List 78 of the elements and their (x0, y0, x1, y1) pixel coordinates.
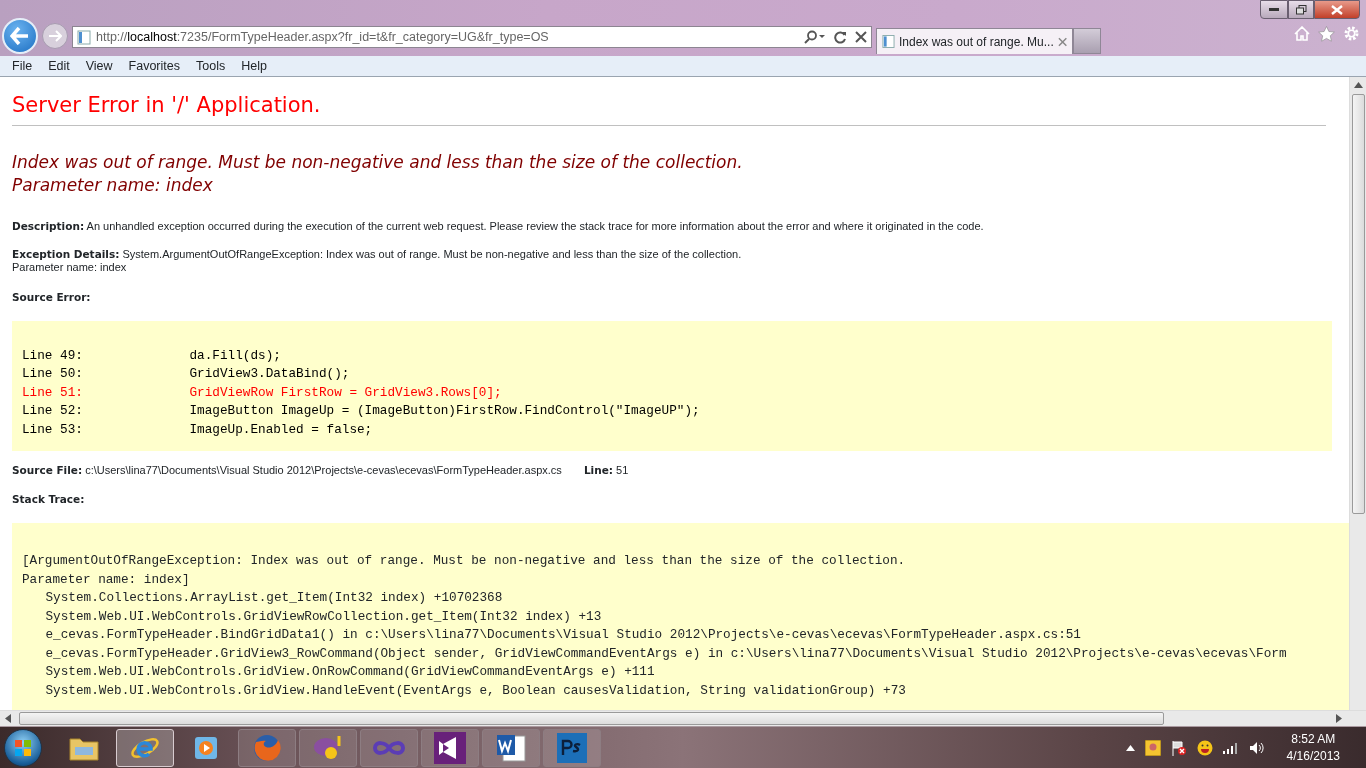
tab-title: Index was out of range. Mu... (898, 33, 1054, 51)
forward-arrow-icon (48, 30, 62, 42)
image-editor-icon (557, 732, 587, 763)
code-line: Line 50: GridView3.DataBind(); (22, 365, 351, 384)
minimize-button[interactable] (1260, 0, 1288, 19)
menu-item[interactable]: Help (233, 56, 275, 76)
close-button[interactable] (1314, 0, 1360, 19)
exception-parameter: Parameter name: index (12, 261, 128, 275)
scroll-up-icon[interactable] (1353, 82, 1363, 88)
close-icon[interactable] (1057, 36, 1067, 47)
taskbar-button[interactable] (482, 728, 540, 767)
scrollbar-thumb[interactable] (19, 712, 1164, 725)
back-arrow-icon (10, 27, 30, 45)
taskbar-button[interactable] (543, 728, 601, 767)
url-text: http://localhost:7235/FormTypeHeader.aspx?fr_id=t&fr_category=UG&fr_type=OS (96, 28, 550, 46)
page-title: Server Error in '/' Application. (12, 93, 322, 119)
stack-trace-line: e_cevas.FormTypeHeader.BindGridData1() in c:\Users\lina77\Documents\Visual Studio 2012\Projects\e-cevas\ecevas\FormTypeHeader.aspx.cs:51 (44, 626, 1081, 645)
description-text: Description: An unhandled exception occurred during the execution of the current web request. Please review the stack trace for more information about the error and where it originated in the code. (12, 220, 985, 234)
clock-time[interactable]: 8:52 AM (1286, 730, 1340, 748)
menu-item[interactable]: View (77, 56, 121, 76)
page-icon (77, 29, 91, 45)
address-field[interactable]: http://localhost:7235/FormTypeHeader.aspx?fr_id=t&fr_category=UG&fr_type=OS (72, 26, 872, 48)
windows-logo-icon (14, 738, 32, 757)
minimize-icon (1269, 7, 1279, 12)
stack-trace-line: System.Collections.ArrayList.get_Item(Int32 index) +10702368 (44, 589, 503, 608)
search-icon[interactable] (804, 30, 826, 44)
stack-trace-line: System.Web.UI.WebControls.GridViewRowCollection.get_Item(Int32 index) +13 (44, 607, 602, 626)
stack-trace-line: Parameter name: index] (22, 570, 190, 589)
stack-trace-line: System.Web.UI.WebControls.GridView.HandleEvent(EventArgs e, Boolean causesValidation, String validationGroup) +73 (44, 681, 906, 700)
exception-details: Exception Details: System.ArgumentOutOfRangeException: Index was out of range. Must be non-negative and less than the size of the collection. (12, 248, 743, 262)
scroll-left-icon[interactable] (5, 714, 11, 723)
stack-trace-line: [ArgumentOutOfRangeException: Index was out of range. Must be non-negative and less than the size of the collection. (22, 552, 906, 571)
source-file-path: Source File: c:\Users\lina77\Documents\Visual Studio 2012\Projects\e-cevas\ecevas\FormTypeHeader.aspx.cs (12, 464, 562, 478)
infinity-icon (372, 738, 406, 757)
globe-icon (252, 732, 282, 763)
flag-icon[interactable] (1170, 739, 1187, 756)
taskbar-button[interactable] (421, 728, 479, 767)
clock-date[interactable]: 4/16/2013 (1286, 747, 1340, 765)
code-line: Line 52: ImageButton ImageUp = (ImageButton)FirstRow.FindControl("ImageUP"); (22, 402, 701, 421)
source-line-number: Line: 51 (583, 464, 629, 478)
page-icon (882, 34, 895, 49)
document-icon (495, 732, 527, 763)
code-line: Line 51: GridViewRow FirstRow = GridView3.Rows[0]; (22, 383, 503, 402)
taskbar-button[interactable] (116, 728, 174, 767)
error-message: Parameter name: index (12, 174, 214, 198)
speaker-icon[interactable] (1248, 740, 1265, 755)
refresh-icon[interactable] (834, 30, 847, 44)
code-line: Line 49: da.Fill(ds); (22, 346, 282, 365)
menu-item[interactable]: Favorites (120, 56, 188, 76)
tray-app-icon[interactable] (1144, 739, 1161, 756)
close-icon (1331, 4, 1343, 15)
scrollbar-thumb[interactable] (1351, 94, 1365, 514)
horizontal-scrollbar[interactable] (0, 710, 1366, 726)
restore-icon (1295, 4, 1307, 15)
code-line: Line 53: ImageUp.Enabled = false; (22, 420, 374, 439)
scroll-right-icon[interactable] (1336, 714, 1342, 723)
section-heading: Stack Trace: (12, 492, 86, 508)
back-button[interactable] (2, 18, 38, 54)
section-heading: Source Error: (12, 290, 92, 306)
stop-icon[interactable] (855, 31, 867, 43)
play-icon (193, 734, 219, 761)
start-button[interactable] (4, 728, 42, 767)
menu-item[interactable]: File (4, 56, 41, 76)
signal-icon[interactable] (1222, 741, 1239, 754)
browser-tab[interactable]: Index was out of range. Mu... (876, 28, 1073, 54)
show-hidden-icons-icon[interactable] (1125, 744, 1135, 751)
restore-button[interactable] (1288, 0, 1314, 19)
error-message: Index was out of range. Must be non-negative and less than the size of the collection. (12, 151, 744, 175)
chat-icon (312, 733, 344, 762)
smiley-icon[interactable] (1196, 739, 1213, 756)
menu-item[interactable]: Edit (40, 56, 78, 76)
stack-trace-line: e_cevas.FormTypeHeader.GridView3_RowCommand(Object sender, GridViewCommandEventArgs e) in c:\Users\lina77\Documents\Visual Studio 2012\Projects\e-cevas\ecevas\Form (44, 644, 1287, 663)
forward-button[interactable] (42, 23, 68, 49)
menu-item[interactable]: Tools (188, 56, 234, 76)
ribbon-icon (434, 731, 466, 764)
star-icon[interactable] (1318, 25, 1335, 42)
stack-trace-line: System.Web.UI.WebControls.GridView.OnRowCommand(GridViewCommandEventArgs e) +111 (44, 663, 655, 682)
vertical-scrollbar[interactable] (1349, 77, 1366, 710)
